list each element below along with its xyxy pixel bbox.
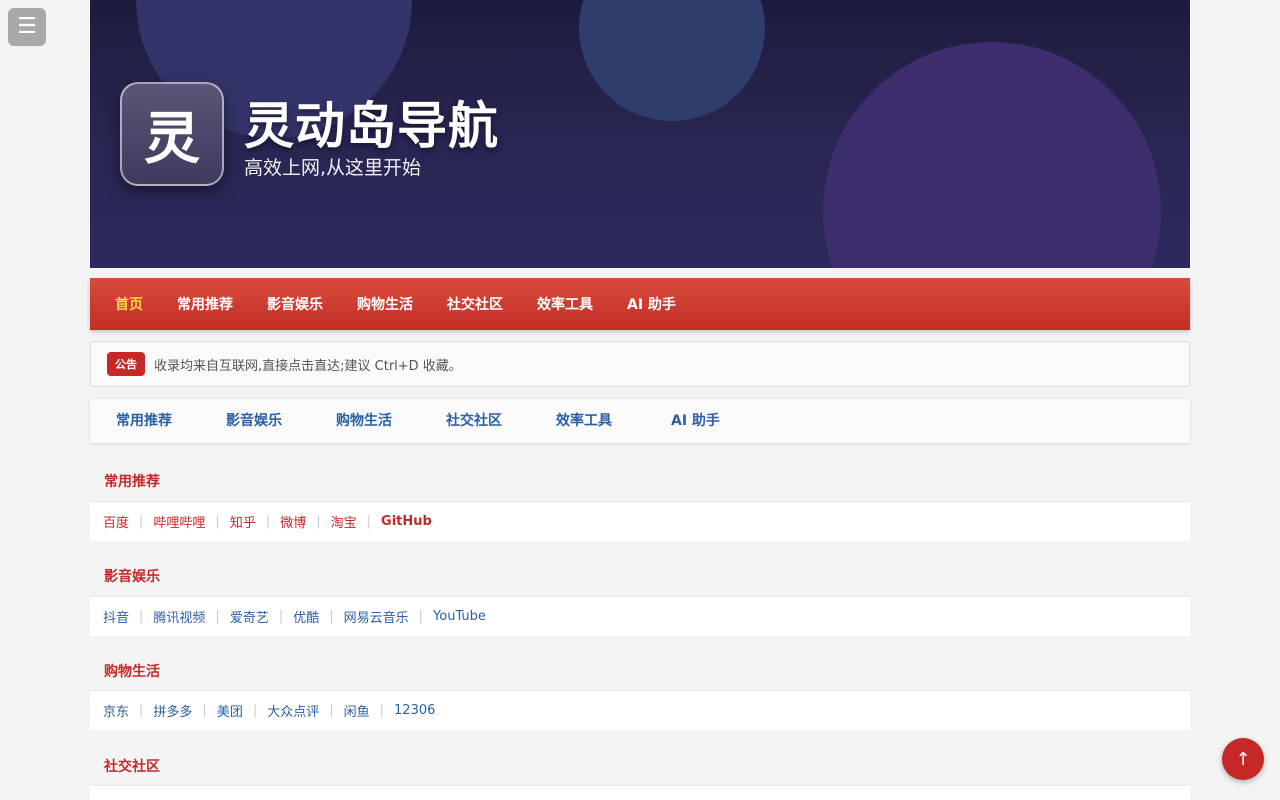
link-weibo[interactable]: 微博 [280, 512, 306, 531]
notice-text: 收录均来自互联网,直接点击直达;建议 Ctrl+D 收藏。 [154, 358, 462, 374]
link-github[interactable]: GitHub [381, 514, 432, 529]
link-tencent-video[interactable]: 腾讯视频 [153, 607, 205, 626]
separator: | [252, 703, 258, 718]
site-subtitle: 高效上网,从这里开始 [244, 157, 422, 179]
separator: | [202, 703, 207, 718]
link-youku[interactable]: 优酷 [293, 607, 319, 626]
separator: | [139, 703, 144, 718]
nav-item-home[interactable]: 首页 [90, 294, 160, 314]
back-to-top-button[interactable]: ↑ [1222, 738, 1264, 780]
separator: | [139, 609, 144, 624]
separator: | [215, 609, 220, 624]
tab-ai[interactable]: AI 助手 [671, 399, 720, 443]
link-bilibili[interactable]: 哔哩哔哩 [153, 512, 205, 531]
link-dianping[interactable]: 大众点评 [267, 701, 319, 720]
link-zhihu[interactable]: 知乎 [230, 512, 256, 531]
link-netease-music[interactable]: 网易云音乐 [344, 607, 409, 626]
separator: | [215, 514, 220, 529]
site-logo[interactable]: 灵 [120, 82, 224, 186]
separator: | [139, 514, 144, 529]
hamburger-menu-icon: ☰ [17, 14, 37, 39]
link-12306[interactable]: 12306 [394, 703, 435, 718]
link-list-social [90, 785, 1190, 800]
notice-badge: 公告 [107, 352, 145, 376]
section-title-shopping: 购物生活 [104, 664, 160, 680]
link-iqiyi[interactable]: 爱奇艺 [230, 607, 269, 626]
separator: | [329, 609, 334, 624]
link-pinduoduo[interactable]: 拼多多 [153, 701, 192, 720]
link-douyin[interactable]: 抖音 [103, 607, 129, 626]
link-xianyu[interactable]: 闲鱼 [344, 701, 370, 720]
category-tabs: 常用推荐 影音娱乐 购物生活 社交社区 效率工具 AI 助手 [90, 399, 1190, 443]
separator: | [379, 703, 385, 718]
nav-item-recommended[interactable]: 常用推荐 [160, 294, 250, 314]
nav-item-social[interactable]: 社交社区 [430, 294, 520, 314]
section-title-entertainment: 影音娱乐 [104, 569, 160, 585]
section-title-recommended: 常用推荐 [104, 474, 160, 490]
site-title: 灵动岛导航 [244, 97, 499, 155]
decor-circle [579, 0, 765, 121]
separator: | [418, 609, 424, 624]
logo-char: 灵 [144, 106, 200, 172]
notice-bar: 公告 收录均来自互联网,直接点击直达;建议 Ctrl+D 收藏。 [90, 341, 1190, 387]
nav-item-shopping[interactable]: 购物生活 [340, 294, 430, 314]
nav-item-productivity[interactable]: 效率工具 [520, 294, 610, 314]
arrow-up-icon: ↑ [1235, 748, 1251, 770]
header-banner: 灵 灵动岛导航 高效上网,从这里开始 [90, 0, 1190, 268]
separator: | [329, 703, 334, 718]
main-nav: 首页 常用推荐 影音娱乐 购物生活 社交社区 效率工具 AI 助手 [90, 278, 1190, 330]
section-title-social: 社交社区 [104, 759, 160, 775]
separator: | [265, 514, 271, 529]
tab-recommended[interactable]: 常用推荐 [116, 399, 172, 443]
link-list-entertainment: 抖音 | 腾讯视频 | 爱奇艺 | 优酷 | 网易云音乐 | YouTube [90, 596, 1190, 636]
tab-social[interactable]: 社交社区 [446, 399, 502, 443]
link-baidu[interactable]: 百度 [103, 512, 129, 531]
menu-toggle-button[interactable]: ☰ [8, 8, 46, 46]
tab-productivity[interactable]: 效率工具 [556, 399, 612, 443]
tab-shopping[interactable]: 购物生活 [336, 399, 392, 443]
link-taobao[interactable]: 淘宝 [331, 512, 357, 531]
link-jd[interactable]: 京东 [103, 701, 129, 720]
separator: | [366, 514, 372, 529]
tab-entertainment[interactable]: 影音娱乐 [226, 399, 282, 443]
link-meituan[interactable]: 美团 [217, 701, 243, 720]
nav-item-entertainment[interactable]: 影音娱乐 [250, 294, 340, 314]
decor-circle [823, 42, 1161, 268]
separator: | [316, 514, 321, 529]
link-youtube[interactable]: YouTube [433, 609, 486, 624]
separator: | [278, 609, 284, 624]
link-list-shopping: 京东 | 拼多多 | 美团 | 大众点评 | 闲鱼 | 12306 [90, 690, 1190, 730]
nav-item-ai[interactable]: AI 助手 [610, 294, 693, 314]
link-list-recommended: 百度 | 哔哩哔哩 | 知乎 | 微博 | 淘宝 | GitHub [90, 501, 1190, 541]
